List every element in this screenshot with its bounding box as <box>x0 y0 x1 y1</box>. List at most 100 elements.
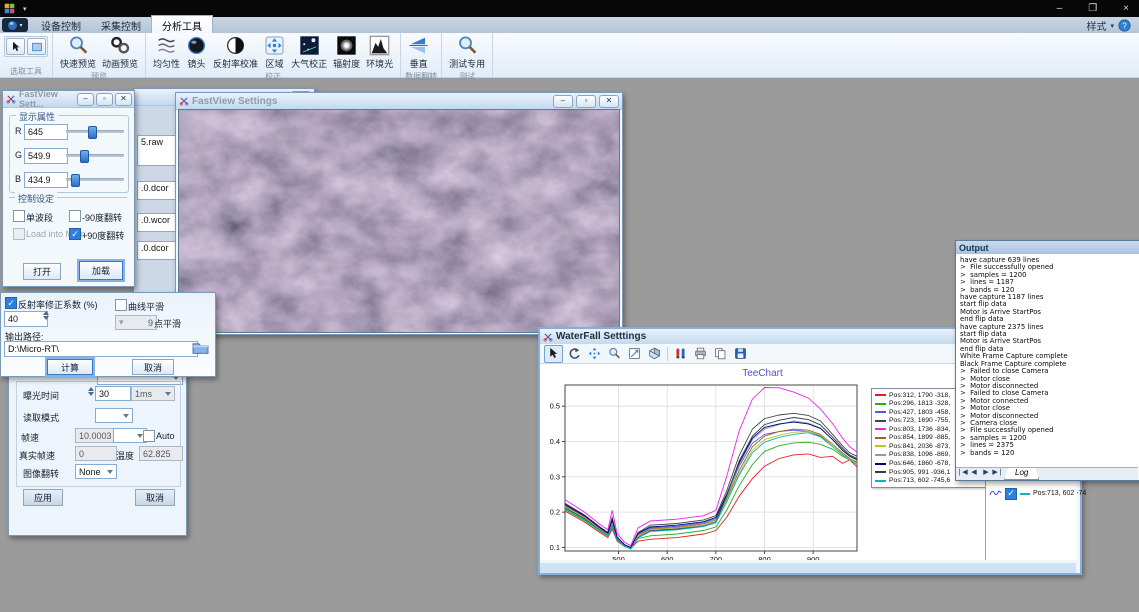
checkbox-2[interactable] <box>13 228 25 240</box>
channel-B-input[interactable]: 434.9 <box>24 172 68 188</box>
channel-G-slider[interactable] <box>66 154 124 157</box>
channel-G-input[interactable]: 549.9 <box>24 148 68 164</box>
coef-label: 反射率修正系数 (%) <box>18 298 98 311</box>
series-list-item[interactable]: ✓ Pos:713, 602 -74 <box>989 487 1086 500</box>
fastview-panel-titlebar[interactable]: FastView Sett... – ▫ ✕ <box>3 91 134 108</box>
apply-button[interactable]: 应用 <box>23 489 63 506</box>
folder-browse-icon[interactable] <box>192 339 209 356</box>
auto-checkbox[interactable] <box>143 430 155 442</box>
wf-copy-button[interactable] <box>712 346 729 362</box>
wf-tools-button[interactable] <box>672 346 689 362</box>
ribbon-button[interactable]: 快速预览 <box>57 34 99 71</box>
ribbon-button[interactable]: 辐射度 <box>330 34 363 71</box>
fastview-minimize-button[interactable]: – <box>77 93 94 106</box>
load-button[interactable]: 加载 <box>79 261 123 280</box>
ribbon-button[interactable]: 反射率校准 <box>210 34 261 71</box>
open-button[interactable]: 打开 <box>23 263 61 280</box>
folder-icon[interactable] <box>192 339 209 356</box>
smooth-checkbox[interactable] <box>115 299 127 311</box>
framerate-input[interactable]: 10.0003 <box>75 428 117 443</box>
tool-cursor-button[interactable] <box>6 38 25 55</box>
channel-B-slider[interactable] <box>66 178 124 181</box>
camera-cancel-button[interactable]: 取消 <box>135 489 175 506</box>
app-logo-glyph <box>4 3 15 14</box>
wf-pan-button[interactable] <box>586 346 603 362</box>
style-dropdown[interactable]: 样式 <box>1086 18 1106 33</box>
exposure-input[interactable]: 30 <box>95 386 131 401</box>
spectral-preview-image[interactable] <box>179 110 619 332</box>
flip-dropdown[interactable]: None <box>75 464 117 479</box>
framerate-dropdown[interactable] <box>113 428 147 443</box>
legend-swatch <box>875 420 886 422</box>
wf-undo-button[interactable] <box>566 346 583 362</box>
ribbon-button[interactable]: 测试专用 <box>446 34 488 71</box>
uniformity-icon <box>156 35 177 56</box>
channel-R-input[interactable]: 645 <box>24 124 68 140</box>
log-tab[interactable]: Log <box>1004 468 1039 480</box>
calculate-button[interactable]: 计算 <box>47 359 93 375</box>
copy-icon <box>714 347 727 360</box>
smooth-points-dropdown[interactable]: ▾9 <box>115 315 157 330</box>
close-button[interactable]: × <box>1123 3 1129 14</box>
restore-button[interactable]: ❐ <box>1088 3 1097 14</box>
image-close-button[interactable]: ✕ <box>599 95 619 108</box>
ribbon-button[interactable]: 大气校正 <box>288 34 330 71</box>
ribbon-button-label: 大气校正 <box>291 57 327 70</box>
radiance-glow-icon <box>336 35 357 56</box>
ribbon-tab-3[interactable]: 分析工具 <box>151 15 213 33</box>
fastview-maximize-button[interactable]: ▫ <box>96 93 113 106</box>
checkbox-3[interactable]: ✓ <box>69 228 81 240</box>
help-icon[interactable]: ? <box>1118 19 1131 32</box>
minimize-button[interactable]: – <box>1057 3 1063 14</box>
log-prev-button[interactable]: ◀ <box>968 468 980 480</box>
exposure-unit-dropdown[interactable]: 1ms <box>131 386 175 401</box>
tool-select-rect-button[interactable] <box>27 38 46 55</box>
channel-R-slider[interactable] <box>66 130 124 133</box>
checkbox-1[interactable] <box>69 210 81 222</box>
checkbox-0[interactable] <box>13 210 25 222</box>
wf-view-3d-button[interactable] <box>646 346 663 362</box>
wf-zoom-button[interactable] <box>606 346 623 362</box>
ribbon-button[interactable]: 镜头 <box>183 34 210 71</box>
output-path-input[interactable]: D:\Micro-RT\ <box>4 341 198 357</box>
fastview-close-button[interactable]: ✕ <box>115 93 132 106</box>
ribbon-button[interactable]: 动画预览 <box>99 34 141 71</box>
image-maximize-button[interactable]: ▫ <box>576 95 596 108</box>
curve-icon <box>989 487 1002 500</box>
channel-G-slider-thumb[interactable] <box>80 150 89 163</box>
output-log[interactable]: have capture 639 lines> File successfull… <box>956 254 1139 470</box>
image-window-titlebar[interactable]: FastView Settings – ▫ ✕ <box>176 93 622 110</box>
channel-B-slider-thumb[interactable] <box>71 174 80 187</box>
wf-save-button[interactable] <box>732 346 749 362</box>
log-first-button[interactable]: ❘◀ <box>956 468 968 480</box>
ribbon-tab-2[interactable]: 采集控制 <box>91 16 151 33</box>
ribbon-button[interactable]: 区域 <box>261 34 288 71</box>
x-tick-label: 500 <box>612 555 625 560</box>
ribbon-button[interactable]: 均匀性 <box>150 34 183 71</box>
smooth-suffix-label: 点平滑 <box>154 317 181 330</box>
image-window-title: FastView Settings <box>192 96 277 107</box>
coef-checkbox[interactable]: ✓ <box>5 297 17 309</box>
image-minimize-button[interactable]: – <box>553 95 573 108</box>
wf-view-2d-button[interactable] <box>626 346 643 362</box>
help-circle-icon[interactable]: ? <box>1118 19 1131 32</box>
readmode-dropdown[interactable] <box>95 408 133 423</box>
cursor-icon <box>547 347 560 360</box>
ribbon-button[interactable]: 垂直 <box>405 34 432 71</box>
wf-print-button[interactable] <box>692 346 709 362</box>
legend-label: Pos:427, 1803 -458, <box>889 409 950 416</box>
x-tick-label: 800 <box>758 555 771 560</box>
reflect-cancel-button[interactable]: 取消 <box>132 359 174 375</box>
ribbon-button[interactable]: 环境光 <box>363 34 396 71</box>
ribbon-tab-1[interactable]: 设备控制 <box>31 16 91 33</box>
series-visible-checkbox[interactable]: ✓ <box>1005 488 1017 500</box>
log-last-button[interactable]: ▶❘ <box>992 468 1004 480</box>
quick-access-caret-icon[interactable]: ▾ <box>23 5 27 13</box>
app-menu-button[interactable]: ▾ <box>2 18 28 32</box>
ribbon-button-label: 快速预览 <box>60 57 96 70</box>
channel-R-slider-thumb[interactable] <box>88 126 97 139</box>
wf-cursor-button[interactable] <box>544 345 563 363</box>
output-titlebar[interactable]: Output <box>956 241 1139 255</box>
style-caret-icon[interactable]: ▾ <box>1110 22 1114 30</box>
log-next-button[interactable]: ▶ <box>980 468 992 480</box>
